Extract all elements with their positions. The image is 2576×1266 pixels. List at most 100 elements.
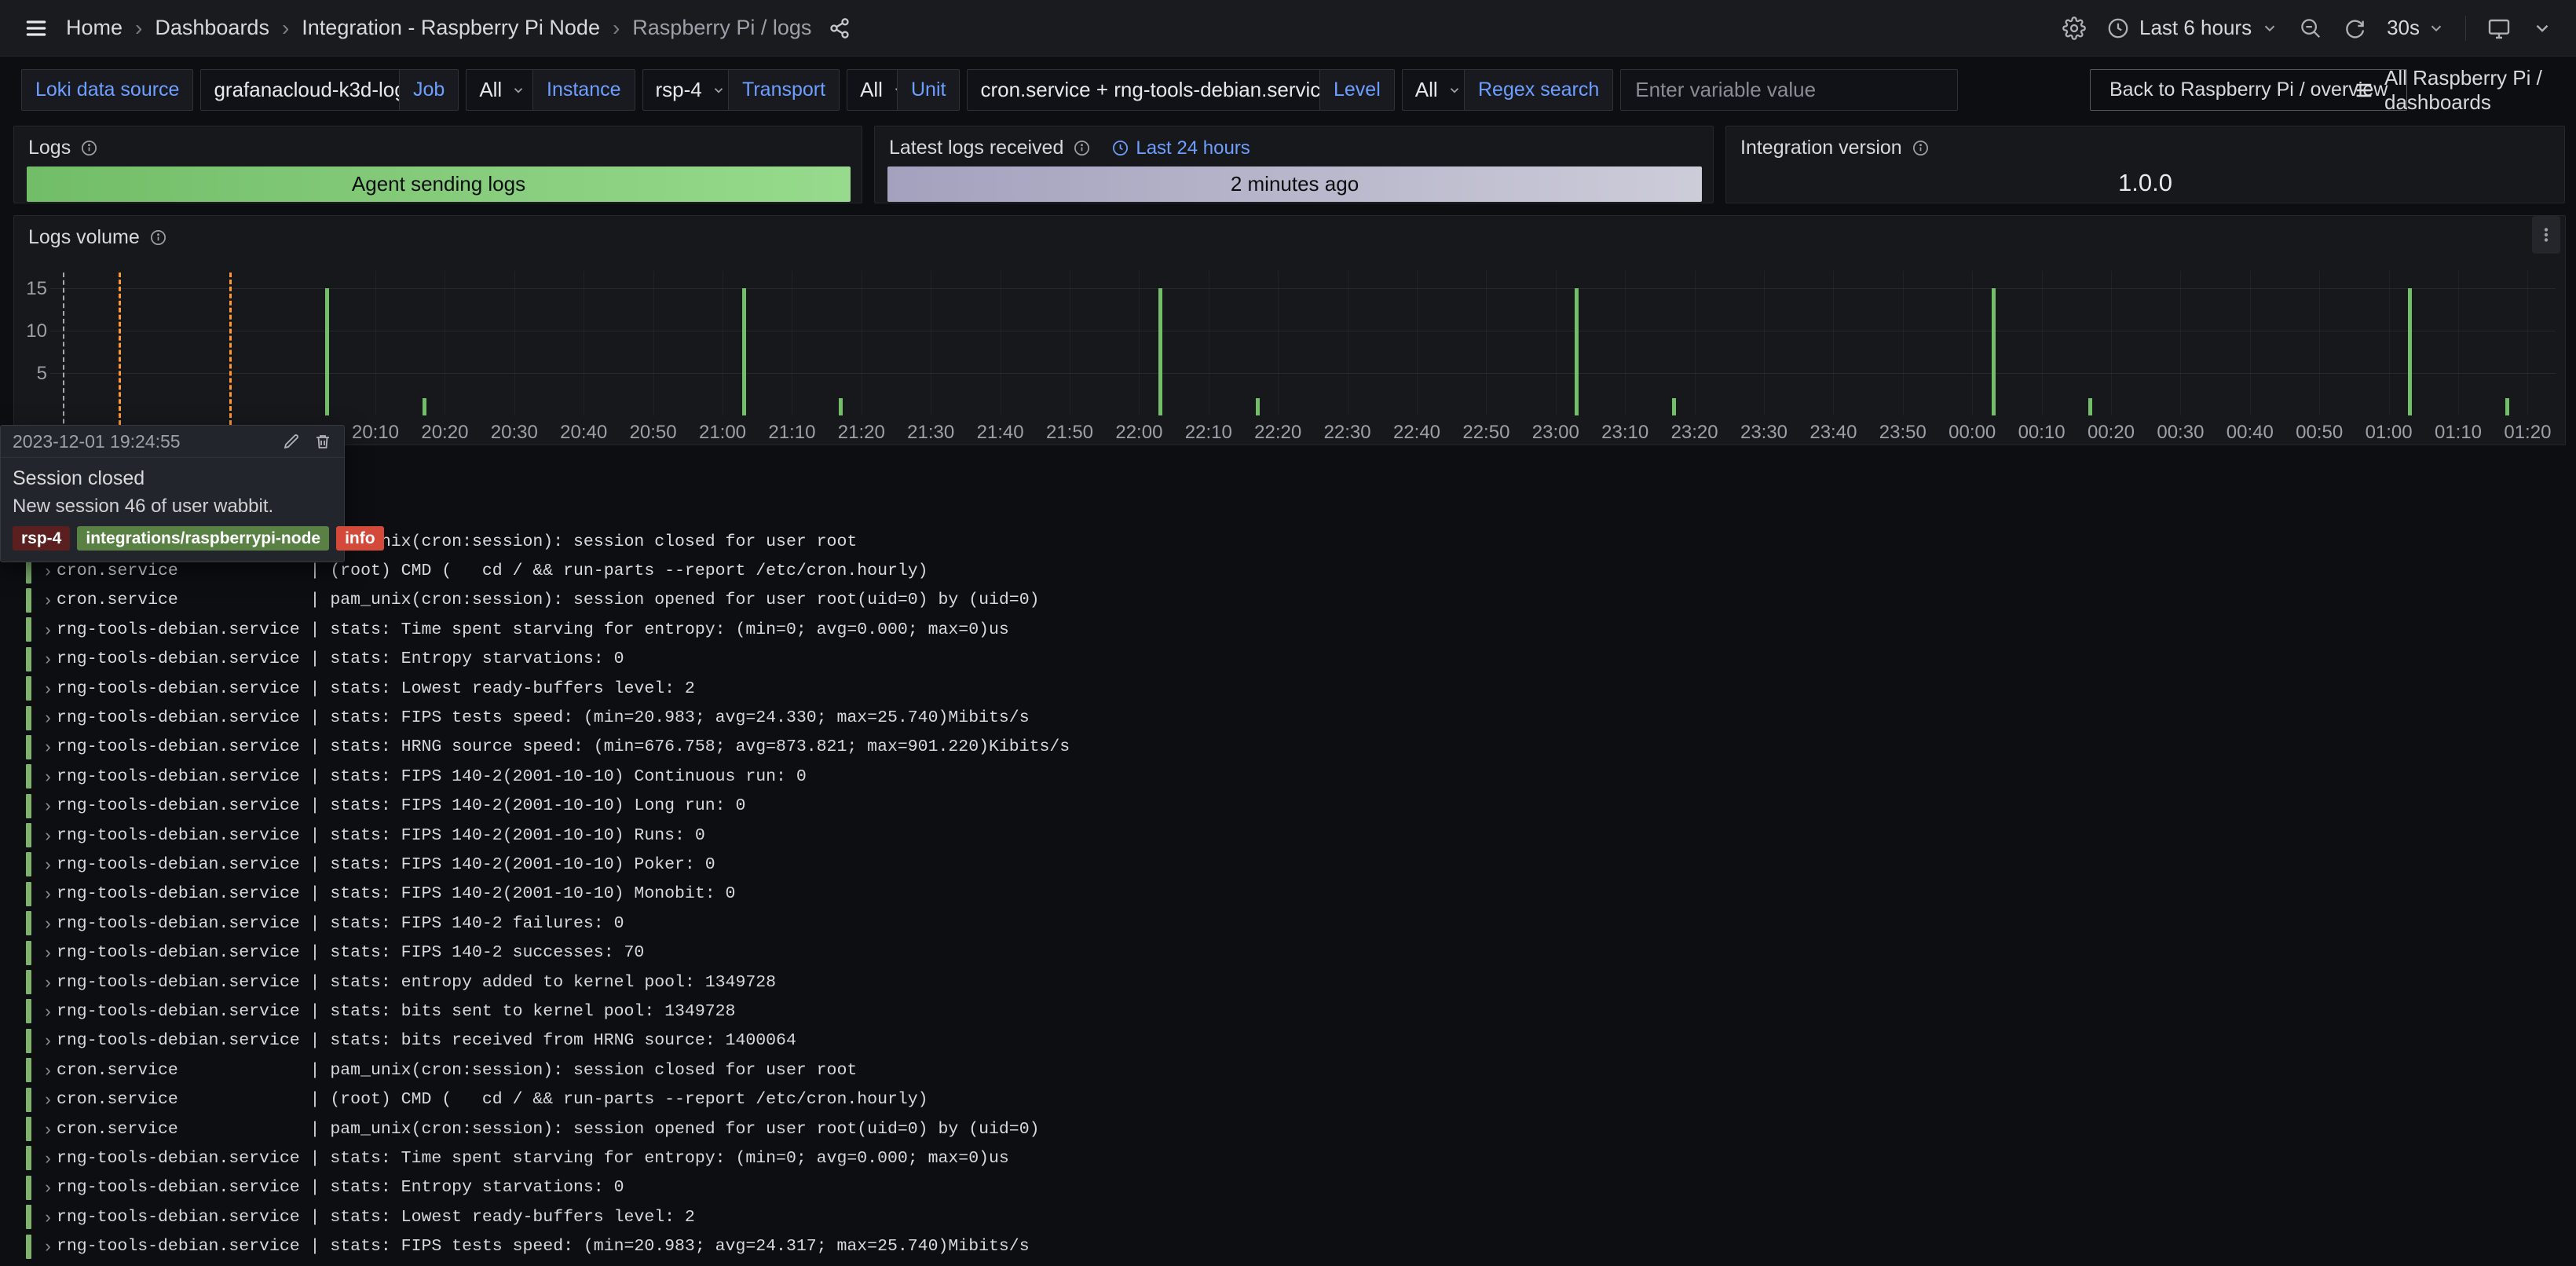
filter-value-loki: grafanacloud-k3d-logs	[214, 78, 415, 102]
grid-line	[2527, 271, 2528, 415]
volume-bar	[1256, 398, 1260, 415]
log-row[interactable]: ›cron.service | pam_unix(cron:session): …	[0, 527, 2576, 556]
zoom-out-icon[interactable]	[2299, 16, 2322, 40]
log-row[interactable]: ›rng-tools-debian.service | stats: Entro…	[0, 645, 2576, 674]
dashboard-settings-gear-icon[interactable]	[2062, 16, 2086, 40]
log-line-text: rng-tools-debian.service | stats: FIPS t…	[57, 708, 1030, 727]
expand-chevron-icon[interactable]: ›	[39, 1207, 57, 1228]
nav-divider	[2465, 16, 2466, 41]
volume-bar	[1575, 288, 1579, 415]
log-row[interactable]: ›cron.service | (root) CMD ( cd / && run…	[0, 556, 2576, 585]
panel-time-range-link[interactable]: Last 24 hours	[1111, 137, 1250, 159]
log-row[interactable]: ›rng-tools-debian.service | stats: FIPS …	[0, 792, 2576, 821]
log-row[interactable]: ›rng-tools-debian.service | stats: Time …	[0, 615, 2576, 644]
log-row[interactable]: ›rng-tools-debian.service | stats: FIPS …	[0, 880, 2576, 909]
expand-chevron-icon[interactable]: ›	[39, 620, 57, 640]
log-line-text: rng-tools-debian.service | stats: bits r…	[57, 1031, 796, 1050]
breadcrumb-item[interactable]: Integration - Raspberry Pi Node	[302, 16, 600, 40]
log-row[interactable]: ›rng-tools-debian.service | stats: Lowes…	[0, 1202, 2576, 1231]
expand-chevron-icon[interactable]: ›	[39, 796, 57, 816]
panel-title-latest-logs: Latest logs received	[889, 137, 1063, 159]
expand-chevron-icon[interactable]: ›	[39, 708, 57, 728]
expand-chevron-icon[interactable]: ›	[39, 1060, 57, 1081]
regex-search-input[interactable]	[1634, 77, 1945, 103]
log-row[interactable]: ›rng-tools-debian.service | stats: bits …	[0, 997, 2576, 1026]
filter-label-instance: Instance	[532, 69, 635, 111]
expand-chevron-icon[interactable]: ›	[39, 767, 57, 787]
log-row[interactable]: ›rng-tools-debian.service | stats: Entro…	[0, 1173, 2576, 1202]
log-level-indicator	[26, 1117, 31, 1141]
volume-bar	[2505, 398, 2509, 415]
log-row[interactable]: ›rng-tools-debian.service | stats: FIPS …	[0, 938, 2576, 967]
log-row[interactable]: ›rng-tools-debian.service | stats: FIPS …	[0, 850, 2576, 879]
log-row[interactable]: ›cron.service | (root) CMD ( cd / && run…	[0, 1085, 2576, 1114]
edit-pencil-icon[interactable]	[282, 432, 301, 451]
hamburger-menu-icon[interactable]	[24, 16, 49, 41]
log-row[interactable]: ›rng-tools-debian.service | stats: FIPS …	[0, 909, 2576, 938]
share-dashboard-icon[interactable]	[829, 17, 851, 39]
log-row[interactable]: ›cron.service | pam_unix(cron:session): …	[0, 586, 2576, 615]
log-row[interactable]: ›rng-tools-debian.service | stats: FIPS …	[0, 762, 2576, 791]
tv-view-icon[interactable]	[2486, 16, 2512, 41]
x-axis-label: 00:10	[2007, 422, 2077, 444]
log-row[interactable]: ›rng-tools-debian.service | stats: Lowes…	[0, 674, 2576, 703]
info-icon[interactable]	[1912, 139, 1930, 157]
log-row[interactable]: ›rng-tools-debian.service | stats: FIPS …	[0, 1231, 2576, 1261]
log-row[interactable]: ›cron.service | pam_unix(cron:session): …	[0, 1114, 2576, 1143]
expand-chevron-icon[interactable]: ›	[39, 561, 57, 581]
expand-chevron-icon[interactable]: ›	[39, 1001, 57, 1022]
expand-chevron-icon[interactable]: ›	[39, 1236, 57, 1257]
log-row[interactable]: ›rng-tools-debian.service | stats: FIPS …	[0, 821, 2576, 850]
grid-line	[653, 271, 654, 415]
chevron-down-icon[interactable]	[2532, 18, 2552, 38]
info-icon[interactable]	[1073, 139, 1091, 157]
log-level-indicator	[26, 970, 31, 994]
expand-chevron-icon[interactable]: ›	[39, 1177, 57, 1198]
log-level-indicator	[26, 941, 31, 965]
log-row[interactable]: ›rng-tools-debian.service | stats: Time …	[0, 1143, 2576, 1173]
expand-chevron-icon[interactable]: ›	[39, 913, 57, 934]
all-dashboards-link[interactable]: All Raspberry Pi / dashboards	[2353, 69, 2576, 111]
refresh-icon[interactable]	[2343, 16, 2366, 40]
variables-filter-bar: Loki data source grafanacloud-k3d-logs J…	[0, 57, 2576, 126]
expand-chevron-icon[interactable]: ›	[39, 972, 57, 993]
expand-chevron-icon[interactable]: ›	[39, 854, 57, 875]
log-level-indicator	[26, 911, 31, 935]
expand-chevron-icon[interactable]: ›	[39, 1030, 57, 1051]
log-row[interactable]: ›rng-tools-debian.service | stats: bits …	[0, 1026, 2576, 1056]
expand-chevron-icon[interactable]: ›	[39, 825, 57, 846]
expand-chevron-icon[interactable]: ›	[39, 1089, 57, 1110]
expand-chevron-icon[interactable]: ›	[39, 942, 57, 963]
expand-chevron-icon[interactable]: ›	[39, 884, 57, 904]
expand-chevron-icon[interactable]: ›	[39, 679, 57, 699]
expand-chevron-icon[interactable]: ›	[39, 649, 57, 669]
log-row[interactable]: ›cron.service | pam_unix(cron:session): …	[0, 1056, 2576, 1085]
expand-chevron-icon[interactable]: ›	[39, 590, 57, 610]
delete-trash-icon[interactable]	[313, 432, 332, 451]
annotation-tag: integrations/raspberrypi-node	[77, 526, 329, 551]
expand-chevron-icon[interactable]: ›	[39, 1148, 57, 1169]
filter-select-job[interactable]: All	[466, 69, 539, 111]
filter-select-unit[interactable]: cron.service + rng-tools-debian.service	[967, 69, 1368, 111]
log-level-indicator	[26, 1058, 31, 1082]
annotation-line	[119, 273, 121, 439]
grid-line	[1556, 271, 1557, 415]
log-line-text: cron.service | pam_unix(cron:session): s…	[57, 591, 1040, 609]
expand-chevron-icon[interactable]: ›	[39, 1119, 57, 1140]
log-row[interactable]: ›rng-tools-debian.service | stats: FIPS …	[0, 703, 2576, 732]
filter-select-instance[interactable]: rsp-4	[642, 69, 739, 111]
x-axis-label: 21:20	[826, 422, 897, 444]
expand-chevron-icon[interactable]: ›	[39, 737, 57, 757]
breadcrumb-item[interactable]: Home	[66, 16, 123, 40]
breadcrumb-item[interactable]: Dashboards	[155, 16, 269, 40]
refresh-interval-picker[interactable]: 30s	[2387, 16, 2445, 40]
x-axis-label: 00:20	[2076, 422, 2146, 444]
log-row[interactable]: ›rng-tools-debian.service | stats: entro…	[0, 968, 2576, 997]
info-icon[interactable]	[80, 139, 98, 157]
log-row[interactable]: ›rng-tools-debian.service | stats: HRNG …	[0, 733, 2576, 762]
grid-line	[2250, 271, 2251, 415]
log-level-indicator	[26, 1176, 31, 1200]
time-range-picker[interactable]: Last 6 hours	[2106, 16, 2278, 40]
top-nav-bar: Home›Dashboards›Integration - Raspberry …	[0, 0, 2576, 57]
log-level-indicator	[26, 676, 31, 701]
